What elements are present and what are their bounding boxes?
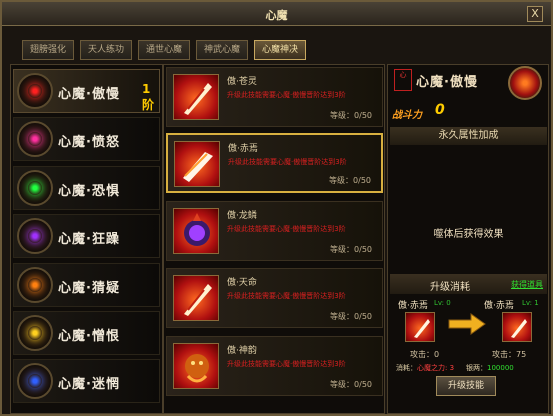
- silver-label: 银两：: [466, 364, 487, 372]
- next-skill-name: 傲·赤焉: [484, 301, 514, 311]
- close-button[interactable]: X: [527, 6, 543, 22]
- skill-grade: 等级：0/50: [329, 176, 371, 185]
- demon-orb-icon: [17, 218, 53, 254]
- skill-orb-icon: [173, 208, 219, 254]
- demon-name: 心魔·迷惘: [58, 377, 120, 392]
- upgrade-title: 升级消耗: [430, 282, 470, 293]
- demon-glow: [28, 326, 42, 340]
- demon-orb-icon: [17, 267, 53, 303]
- skill-requirement: 升级此技能需要心魔·傲慢晋阶达到3阶: [227, 225, 346, 233]
- skill-requirement: 升级此技能需要心魔·傲慢晋阶达到3阶: [227, 360, 346, 368]
- demon-item[interactable]: 心魔·猜疑: [13, 263, 160, 307]
- demon-item[interactable]: 心魔·傲慢 1阶: [13, 69, 160, 113]
- skill-requirement: 升级此技能需要心魔·傲慢晋阶达到3阶: [227, 292, 346, 300]
- skill-item[interactable]: 傲·天命升级此技能需要心魔·傲慢晋阶达到3阶等级：0/50: [166, 268, 383, 328]
- demon-glow: [28, 84, 42, 98]
- demon-emblem-icon: [508, 66, 542, 100]
- skill-feather-icon: [173, 275, 219, 321]
- upgrade-skill-button[interactable]: 升级技能: [436, 376, 496, 396]
- skill-requirement: 升级此技能需要心魔·傲慢晋阶达到3阶: [228, 158, 347, 166]
- detail-title: 心魔·傲慢: [416, 75, 478, 90]
- current-skill-icon: [405, 312, 435, 342]
- cost-silver: 银两：100000: [466, 363, 514, 373]
- skill-name: 傲·神韵: [227, 346, 257, 356]
- tab-training[interactable]: 天人练功: [80, 40, 132, 60]
- demon-item[interactable]: 心魔·狂躁: [13, 214, 160, 258]
- skill-grade: 等级：0/50: [330, 111, 372, 120]
- demon-glow: [28, 278, 42, 292]
- demon-name: 心魔·愤怒: [58, 135, 120, 150]
- demon-item[interactable]: 心魔·恐惧: [13, 166, 160, 210]
- arrow-right-icon: [448, 313, 486, 335]
- demon-name: 心魔·憎恨: [58, 329, 120, 344]
- skill-blade-icon: [174, 141, 220, 187]
- silver-value: 100000: [487, 364, 514, 372]
- demon-name: 心魔·傲慢: [58, 87, 120, 102]
- skill-grade: 等级：0/50: [330, 380, 372, 389]
- demon-item[interactable]: 心魔·迷惘: [13, 359, 160, 403]
- attribute-header: 永久属性加成: [390, 127, 547, 145]
- demon-item[interactable]: 心魔·愤怒: [13, 117, 160, 161]
- demon-glow: [28, 374, 42, 388]
- skill-name: 傲·苍灵: [227, 77, 257, 87]
- skill-beast-icon: [173, 343, 219, 389]
- skill-item[interactable]: 傲·龙鳞升级此技能需要心魔·傲慢晋阶达到3阶等级：0/50: [166, 201, 383, 261]
- current-skill-name: 傲·赤焉: [398, 301, 428, 311]
- current-attack: 攻击：0: [410, 350, 440, 359]
- skill-grade: 等级：0/50: [330, 312, 372, 321]
- skill-name: 傲·赤焉: [228, 144, 258, 154]
- skill-name: 傲·天命: [227, 278, 257, 288]
- skill-item[interactable]: 傲·苍灵升级此技能需要心魔·傲慢晋阶达到3阶等级：0/50: [166, 67, 383, 127]
- tab-divine-demon[interactable]: 神武心魔: [196, 40, 248, 60]
- skill-requirement: 升级此技能需要心魔·傲慢晋阶达到3阶: [227, 91, 346, 99]
- demon-window: 心魔 X 翅膀强化 天人练功 通世心魔 神武心魔 心魔神决 心魔·傲慢 1阶 心魔·…: [0, 0, 553, 416]
- next-skill-level: Lv: 1: [522, 299, 539, 307]
- demon-orb-icon: [17, 121, 53, 157]
- cost-item-value: 心魔之力: 3: [417, 364, 455, 372]
- upgrade-header: 升级消耗 获得道具: [390, 274, 547, 294]
- demon-glow: [28, 132, 42, 146]
- next-attack: 攻击：75: [492, 350, 527, 359]
- power-label: 战斗力: [392, 110, 422, 121]
- skill-feather-icon: [173, 74, 219, 120]
- demon-orb-icon: [17, 315, 53, 351]
- skill-grade: 等级：0/50: [330, 245, 372, 254]
- demon-level: 1阶: [142, 82, 155, 112]
- demon-name: 心魔·狂躁: [58, 232, 120, 247]
- get-items-link[interactable]: 获得道具: [511, 279, 543, 290]
- tab-world-demon[interactable]: 通世心魔: [138, 40, 190, 60]
- skill-item[interactable]: 傲·赤焉升级此技能需要心魔·傲慢晋阶达到3阶等级：0/50: [166, 133, 383, 193]
- current-skill-level: Lv: 0: [434, 299, 451, 307]
- demon-orb-icon: [17, 363, 53, 399]
- cost-item: 消耗：心魔之力: 3: [396, 363, 454, 373]
- demon-glow: [28, 229, 42, 243]
- unlock-text: 噬体后获得效果: [433, 229, 504, 240]
- demon-name: 心魔·恐惧: [58, 184, 120, 199]
- next-skill-icon: [502, 312, 532, 342]
- demon-glow: [28, 181, 42, 195]
- demon-badge: 心: [394, 69, 412, 91]
- cost-label: 消耗：: [396, 364, 417, 372]
- power-value: 0: [435, 102, 445, 118]
- skill-name: 傲·龙鳞: [227, 211, 257, 221]
- demon-name: 心魔·猜疑: [58, 281, 120, 296]
- demon-orb-icon: [17, 170, 53, 206]
- demon-orb-icon: [17, 73, 53, 109]
- tab-wing[interactable]: 翅膀强化: [22, 40, 74, 60]
- tab-demon-secret[interactable]: 心魔神决: [254, 40, 306, 60]
- title-bar[interactable]: 心魔 X: [2, 2, 551, 26]
- window-title: 心魔: [265, 9, 288, 22]
- demon-item[interactable]: 心魔·憎恨: [13, 311, 160, 355]
- skill-item[interactable]: 傲·神韵升级此技能需要心魔·傲慢晋阶达到3阶等级：0/50: [166, 336, 383, 396]
